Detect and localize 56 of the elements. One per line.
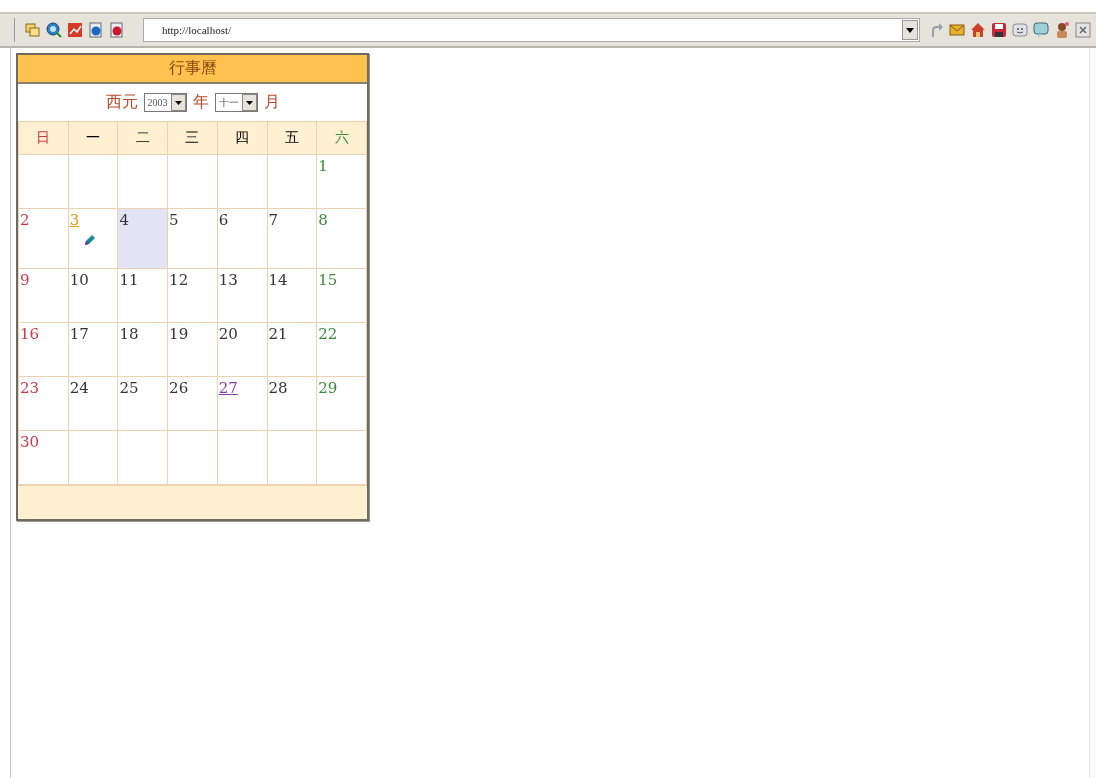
day-number: 28 [268, 379, 288, 397]
day-number: 12 [169, 271, 189, 289]
folders-icon[interactable] [24, 21, 42, 39]
day-number: 23 [20, 379, 40, 397]
day-number: 19 [169, 325, 189, 343]
era-label: 西元 [105, 92, 138, 113]
day-number: 24 [69, 379, 89, 397]
day-number: 20 [218, 325, 238, 343]
day-number: 17 [69, 325, 89, 343]
weekday-header: 四 [217, 121, 267, 155]
search-icon[interactable] [45, 21, 63, 39]
day-number: 2 [20, 211, 30, 229]
caret-icon [174, 100, 182, 105]
day-number: 5 [169, 211, 179, 229]
dropdown-button[interactable] [902, 20, 918, 40]
document-icon[interactable] [108, 21, 126, 39]
calendar-title: 行事曆 [168, 58, 217, 79]
day-number: 18 [119, 325, 139, 343]
day-number: 22 [318, 325, 338, 343]
chart-icon[interactable] [66, 21, 84, 39]
day-number: 7 [268, 211, 279, 229]
weekday-header: 日 [18, 121, 69, 155]
envelope-icon[interactable] [948, 21, 966, 39]
caret-icon [245, 100, 253, 105]
day-number: 30 [20, 433, 40, 451]
year-label: 年 [192, 92, 209, 113]
day-number: 4 [119, 211, 129, 229]
day-number: 26 [169, 379, 189, 397]
weekday-header: 五 [267, 121, 317, 155]
day-number: 15 [318, 271, 338, 289]
month-label: 月 [263, 92, 280, 113]
day-number: 13 [218, 271, 238, 289]
day-number: 21 [268, 325, 288, 343]
day-number: 14 [268, 271, 288, 289]
day-number: 10 [69, 271, 89, 289]
weekday-header: 一 [68, 121, 118, 155]
day-number: 16 [20, 325, 40, 343]
day-number: 25 [119, 379, 139, 397]
weekday-header: 三 [167, 121, 218, 155]
home-icon[interactable] [969, 21, 987, 39]
day-number: 8 [318, 211, 328, 229]
day-number: 1 [318, 157, 328, 175]
caret-icon [906, 27, 914, 33]
day-number: 6 [218, 211, 229, 229]
weekday-header: 二 [117, 121, 168, 155]
address-field[interactable]: http://localhost/ [143, 18, 920, 42]
month-select[interactable]: 十一 [214, 93, 258, 112]
weekday-header: 六 [316, 121, 367, 155]
close-icon[interactable] [1074, 21, 1092, 39]
year-select[interactable]: 2003 [143, 93, 187, 112]
document-icon[interactable] [87, 21, 105, 39]
chat-bubble-icon[interactable] [1032, 21, 1050, 39]
day-number: 9 [20, 271, 30, 289]
day-link[interactable]: 27 [218, 379, 238, 397]
day-number: 11 [119, 271, 139, 289]
day-number: 29 [318, 379, 338, 397]
